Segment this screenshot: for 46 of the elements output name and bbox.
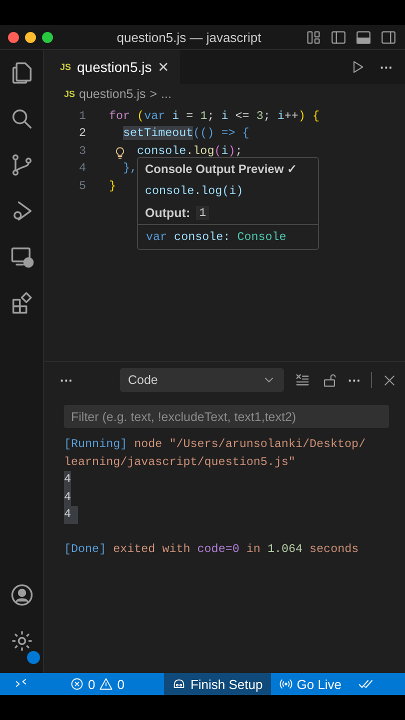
lightbulb-icon[interactable] <box>113 146 127 160</box>
code-line: console.log(i); <box>137 144 242 158</box>
more-actions-icon[interactable]: ··· <box>348 372 361 388</box>
filter-field[interactable]: Filter (e.g. text, !excludeText, text1,text2) <box>64 405 389 428</box>
code-line: setTimeout(() => { <box>123 126 250 140</box>
error-icon <box>70 677 84 691</box>
window-title: question5.js — javascript <box>116 30 262 44</box>
breadcrumb[interactable]: JS question5.js > ... <box>44 84 405 104</box>
code-line: }, <box>123 161 138 176</box>
line-number: 4 <box>78 161 87 176</box>
code-snippet: console.log(i) <box>144 183 244 200</box>
line-number: 1 <box>78 108 87 123</box>
output-line: [Running] node "/Users/arunsolanki/Desktop/ <box>64 436 366 453</box>
sync-badge-icon <box>26 651 40 664</box>
popup-title: Console Output Preview ✓ <box>144 161 298 178</box>
minimize-window-button[interactable] <box>25 32 36 42</box>
code-line: } <box>109 178 116 193</box>
panel-more-icon[interactable]: ··· <box>60 372 110 388</box>
line-number: 3 <box>78 144 87 158</box>
broadcast-icon <box>278 677 293 691</box>
editor-tab[interactable]: JS question5.js ✕ <box>44 50 180 84</box>
go-live-button[interactable]: Go Live <box>270 673 350 695</box>
secondary-sidebar-icon[interactable] <box>380 28 397 46</box>
finish-setup-button[interactable]: Finish Setup <box>164 673 271 695</box>
line-number: 5 <box>78 178 87 193</box>
line-number: 2 <box>78 126 87 140</box>
declaration-text: var console: Console <box>138 224 318 249</box>
account-icon[interactable] <box>8 582 34 608</box>
output-line: learning/javascript/question5.js" <box>64 454 296 470</box>
output-channel-dropdown[interactable]: Code <box>120 368 284 392</box>
clear-output-icon[interactable] <box>294 372 311 388</box>
output-label: Output: <box>145 206 190 220</box>
panel-toggle-icon[interactable] <box>355 28 372 46</box>
copilot-icon <box>172 677 186 691</box>
maximize-window-button[interactable] <box>42 32 53 42</box>
unlock-icon[interactable] <box>321 372 338 388</box>
warning-icon <box>99 677 114 691</box>
problems-button[interactable]: 0 0 <box>42 673 164 695</box>
layout-icon[interactable] <box>305 28 322 46</box>
close-window-button[interactable] <box>8 32 19 42</box>
code-line: for (var i = 1; i <= 3; i++) { <box>109 108 320 123</box>
output-value: 1 <box>196 206 210 220</box>
output-line: [Done] exited with code=0 in 1.064 seconds <box>64 541 359 558</box>
more-actions-icon[interactable]: ··· <box>380 60 393 74</box>
close-icon[interactable] <box>382 372 397 388</box>
sidebar-toggle-icon[interactable] <box>330 28 347 46</box>
